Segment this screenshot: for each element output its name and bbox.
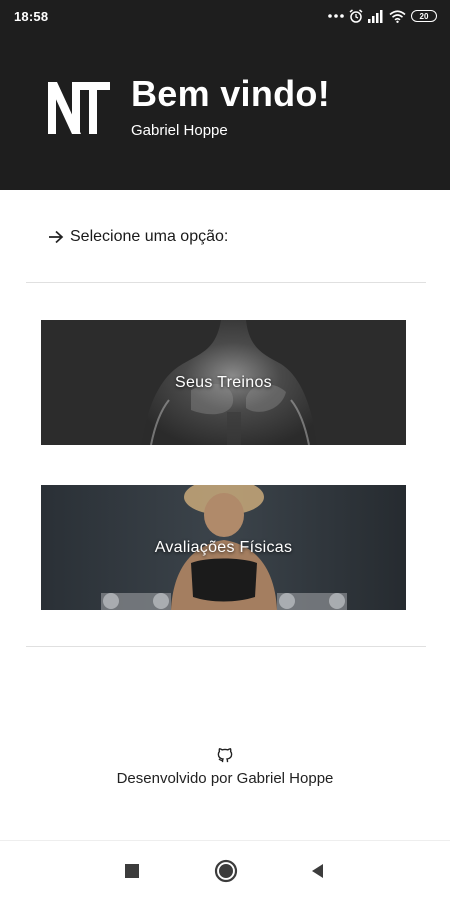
signal-icon [368,9,383,23]
github-icon[interactable] [215,744,235,764]
card-seus-treinos[interactable]: Seus Treinos [41,320,406,445]
select-option-prompt: Selecione uma opção: [48,228,228,246]
divider-bottom [26,646,426,647]
status-bar: 18:58 20 [0,0,450,32]
more-dots-icon [328,14,344,18]
card-label-avaliacoes-fisicas: Avaliações Físicas [154,538,293,556]
developer-credit: Desenvolvido por Gabriel Hoppe [116,770,334,787]
welcome-title: Bem vindo! [131,73,331,114]
status-icons: 20 [328,9,437,23]
card-label-seus-treinos: Seus Treinos [175,373,272,391]
divider-top [26,282,426,283]
prompt-text: Selecione uma opção: [70,228,229,245]
battery-icon: 20 [411,10,437,22]
arrow-right-icon [49,230,64,244]
user-name: Gabriel Hoppe [131,122,228,139]
card-avaliacoes-fisicas[interactable]: Avaliações Físicas [41,485,406,610]
back-button[interactable] [308,861,328,881]
navigation-bar [0,840,450,901]
alarm-icon [349,9,363,23]
app-header: Bem vindo! Gabriel Hoppe [0,32,450,190]
recents-button[interactable] [122,861,142,881]
app-logo [48,82,110,134]
wifi-icon [389,9,406,23]
footer: Desenvolvido por Gabriel Hoppe [0,744,450,787]
status-time: 18:58 [14,8,49,24]
home-button[interactable] [214,859,238,883]
